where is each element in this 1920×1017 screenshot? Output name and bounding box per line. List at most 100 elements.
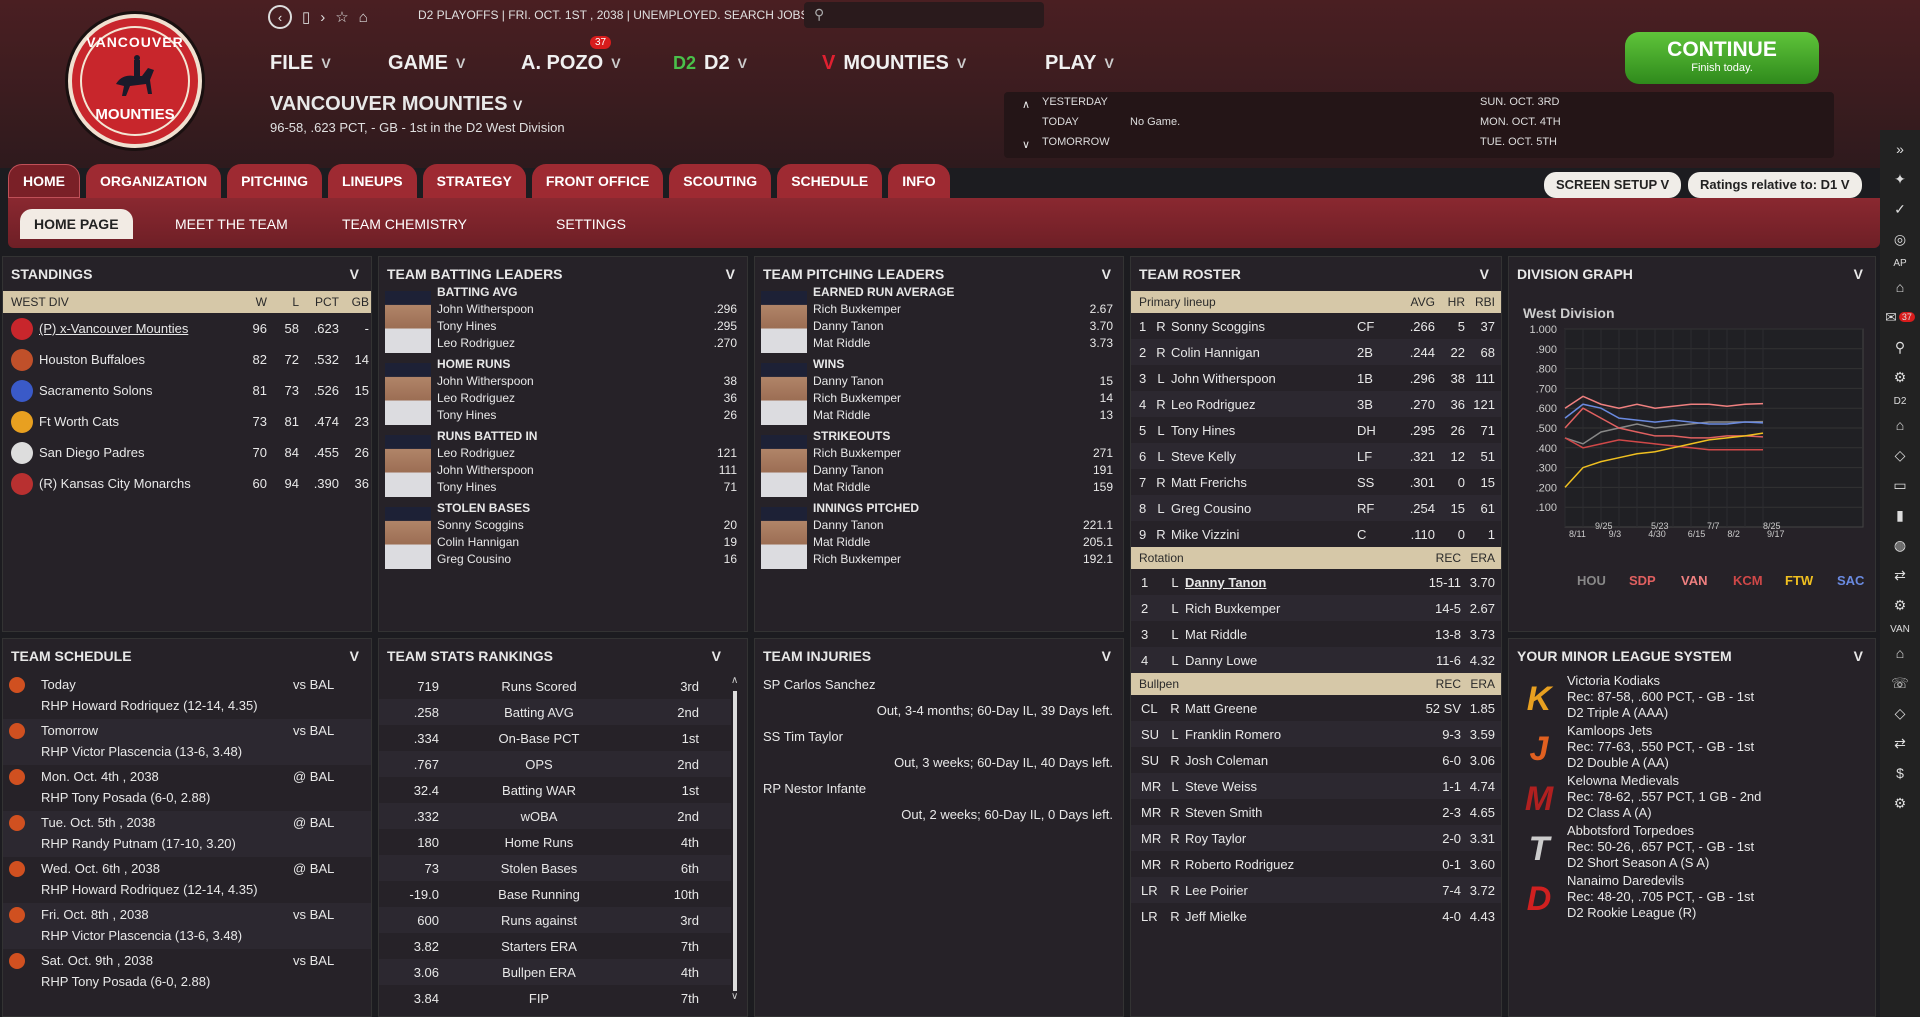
- starting-pitcher[interactable]: RHP Tony Posada (6-0, 2.88): [41, 974, 210, 989]
- leader-row[interactable]: Tony Hines 71: [437, 480, 737, 494]
- date-today[interactable]: TODAY: [1042, 116, 1079, 128]
- pitcher-row[interactable]: 3 L Mat Riddle 13-8 3.73: [1131, 621, 1501, 647]
- leader-row[interactable]: Sonny Scoggins 20: [437, 518, 737, 532]
- leader-row[interactable]: Tony Hines 26: [437, 408, 737, 422]
- lineup-row[interactable]: 1 R Sonny Scoggins CF .266 5 37: [1131, 313, 1501, 339]
- player-name[interactable]: Greg Cousino: [1171, 501, 1357, 516]
- player-name[interactable]: Colin Hannigan: [437, 535, 519, 549]
- phone-icon[interactable]: ☏: [1891, 670, 1909, 696]
- player-portrait[interactable]: [385, 363, 431, 425]
- player-portrait[interactable]: [761, 363, 807, 425]
- leader-row[interactable]: Danny Tanon 3.70: [813, 319, 1113, 333]
- subtab-meet-the-team[interactable]: MEET THE TEAM: [175, 216, 288, 232]
- player-name[interactable]: Matt Frerichs: [1171, 475, 1357, 490]
- stat-row[interactable]: .332 wOBA 2nd: [379, 803, 731, 829]
- player-name[interactable]: Tony Hines: [437, 408, 496, 422]
- player-name[interactable]: John Witherspoon: [1171, 371, 1357, 386]
- schedule-item[interactable]: Tomorrow vs BAL RHP Victor Plascencia (13-…: [3, 719, 371, 765]
- standings-row[interactable]: Houston Buffaloes 82 72 .532 14: [3, 344, 371, 375]
- player-portrait[interactable]: [761, 435, 807, 497]
- search-input[interactable]: ⚲: [804, 2, 1044, 28]
- player-name[interactable]: Sonny Scoggins: [1171, 319, 1357, 334]
- lineup-row[interactable]: 5 L Tony Hines DH .295 26 71: [1131, 417, 1501, 443]
- starting-pitcher[interactable]: RHP Victor Plascencia (13-6, 3.48): [41, 744, 242, 759]
- home-icon[interactable]: ⌂: [1896, 274, 1904, 300]
- home-icon[interactable]: ⌂: [359, 9, 368, 26]
- bar-chart-icon[interactable]: ▮: [1896, 502, 1904, 528]
- minor-team-name[interactable]: Abbotsford Torpedoes: [1567, 823, 1694, 838]
- check-icon[interactable]: ✓: [1894, 196, 1906, 222]
- player-name[interactable]: Rich Buxkemper: [813, 552, 901, 566]
- date-yesterday[interactable]: YESTERDAY: [1042, 96, 1108, 108]
- player-portrait[interactable]: [385, 291, 431, 353]
- chevron-down-icon[interactable]: V: [1102, 639, 1111, 673]
- player-name[interactable]: Danny Tanon: [813, 518, 884, 532]
- player-name[interactable]: Leo Rodriguez: [437, 446, 515, 460]
- player-name[interactable]: Steve Kelly: [1171, 449, 1357, 464]
- expand-icon[interactable]: »: [1896, 136, 1904, 162]
- forward-icon[interactable]: ›: [320, 9, 325, 26]
- gear-icon[interactable]: ⚙: [1894, 364, 1907, 390]
- lineup-row[interactable]: 6 L Steve Kelly LF .321 12 51: [1131, 443, 1501, 469]
- leader-row[interactable]: Danny Tanon 221.1: [813, 518, 1113, 532]
- leader-row[interactable]: Leo Rodriguez 36: [437, 391, 737, 405]
- opponent[interactable]: vs BAL: [293, 677, 334, 692]
- date-future-1[interactable]: SUN. OCT. 3RD: [1480, 96, 1559, 108]
- card-icon[interactable]: ▭: [1893, 472, 1906, 498]
- stat-row[interactable]: 73 Stolen Bases 6th: [379, 855, 731, 881]
- date-tomorrow[interactable]: TOMORROW: [1042, 136, 1110, 148]
- leader-row[interactable]: Colin Hannigan 19: [437, 535, 737, 549]
- transfer-icon[interactable]: ⇄: [1894, 730, 1906, 756]
- opponent[interactable]: @ BAL: [293, 769, 334, 784]
- injury-item[interactable]: SS Tim Taylor Out, 3 weeks; 60-Day IL, 40…: [755, 725, 1123, 777]
- schedule-item[interactable]: Mon. Oct. 4th , 2038 @ BAL RHP Tony Posada…: [3, 765, 371, 811]
- leader-row[interactable]: Tony Hines .295: [437, 319, 737, 333]
- lineup-row[interactable]: 9 R Mike Vizzini C .110 0 1: [1131, 521, 1501, 547]
- tab-home[interactable]: HOME: [8, 164, 80, 198]
- team-name[interactable]: Ft Worth Cats: [39, 414, 229, 429]
- menu-team[interactable]: V MOUNTIES V: [822, 48, 966, 78]
- player-name[interactable]: Danny Lowe: [1185, 653, 1411, 668]
- starting-pitcher[interactable]: RHP Howard Rodriquez (12-14, 4.35): [41, 882, 258, 897]
- leader-row[interactable]: Mat Riddle 13: [813, 408, 1113, 422]
- starting-pitcher[interactable]: RHP Tony Posada (6-0, 2.88): [41, 790, 210, 805]
- pitcher-row[interactable]: CL R Matt Greene 52 SV 1.85: [1131, 695, 1501, 721]
- menu-file[interactable]: FILE V: [270, 48, 331, 78]
- player-portrait[interactable]: [761, 507, 807, 569]
- pitcher-row[interactable]: LR R Lee Poirier 7-4 3.72: [1131, 877, 1501, 903]
- leader-row[interactable]: Danny Tanon 15: [813, 374, 1113, 388]
- continue-button[interactable]: CONTINUE Finish today.: [1625, 32, 1819, 84]
- scroll-down-icon[interactable]: ∨: [731, 991, 738, 1002]
- opponent[interactable]: vs BAL: [293, 907, 334, 922]
- player-name[interactable]: Roberto Rodriguez: [1185, 857, 1411, 872]
- player-portrait[interactable]: [761, 291, 807, 353]
- tab-strategy[interactable]: STRATEGY: [422, 164, 526, 198]
- gear-icon[interactable]: ⚙: [1894, 592, 1907, 618]
- chevron-down-icon[interactable]: ∨: [1022, 138, 1030, 151]
- opponent[interactable]: vs BAL: [293, 723, 334, 738]
- player-name[interactable]: Matt Greene: [1185, 701, 1411, 716]
- player-name[interactable]: Mike Vizzini: [1171, 527, 1357, 542]
- dollar-icon[interactable]: $: [1896, 760, 1904, 786]
- tab-lineups[interactable]: LINEUPS: [327, 164, 417, 198]
- player-name[interactable]: Jeff Mielke: [1185, 909, 1411, 924]
- player-name[interactable]: Colin Hannigan: [1171, 345, 1357, 360]
- team-name[interactable]: (P) x-Vancouver Mounties: [39, 321, 229, 336]
- stat-row[interactable]: 600 Runs against 3rd: [379, 907, 731, 933]
- menu-manager[interactable]: A. POZO V: [521, 48, 621, 78]
- diamond-icon[interactable]: ◇: [1895, 700, 1906, 726]
- injury-item[interactable]: RP Nestor Infante Out, 2 weeks; 60-Day IL…: [755, 777, 1123, 829]
- tab-pitching[interactable]: PITCHING: [227, 164, 322, 198]
- ratings-select[interactable]: Ratings relative to: D1 V: [1688, 172, 1862, 198]
- opponent[interactable]: @ BAL: [293, 815, 334, 830]
- minor-team-name[interactable]: Nanaimo Daredevils: [1567, 873, 1684, 888]
- player-name[interactable]: Mat Riddle: [813, 535, 870, 549]
- leader-row[interactable]: Leo Rodriguez 121: [437, 446, 737, 460]
- stat-row[interactable]: 3.82 Starters ERA 7th: [379, 933, 731, 959]
- injured-player[interactable]: SS Tim Taylor: [763, 729, 843, 744]
- player-name[interactable]: Roy Taylor: [1185, 831, 1411, 846]
- player-name[interactable]: Danny Tanon: [813, 463, 884, 477]
- stat-row[interactable]: 3.06 Bullpen ERA 4th: [379, 959, 731, 985]
- starting-pitcher[interactable]: RHP Victor Plascencia (13-6, 3.48): [41, 928, 242, 943]
- pitcher-row[interactable]: MR L Steve Weiss 1-1 4.74: [1131, 773, 1501, 799]
